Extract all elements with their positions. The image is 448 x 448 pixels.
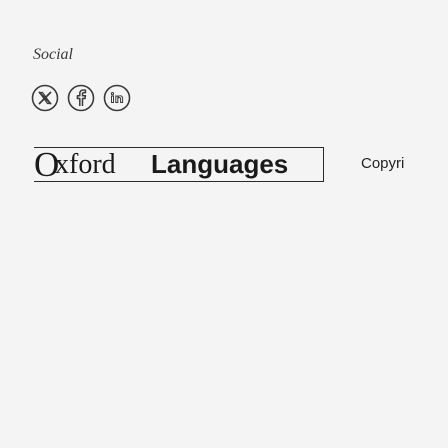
logo-languages-text: Languages	[151, 149, 289, 179]
logo-bracket	[319, 147, 324, 182]
logo-oxford-text: xford	[55, 149, 116, 180]
linkedin-link[interactable]	[103, 84, 131, 112]
oxford-languages-logo[interactable]: O xford Languages	[34, 147, 324, 182]
linkedin-icon	[103, 84, 131, 112]
site-footer: Social O xford Languages Copyri	[0, 0, 448, 448]
copyright-text: Copyri	[361, 155, 405, 172]
x-twitter-link[interactable]	[31, 84, 59, 112]
social-links	[31, 84, 131, 112]
facebook-icon	[67, 84, 95, 112]
x-twitter-icon	[31, 84, 59, 112]
social-heading: Social	[33, 46, 73, 63]
facebook-link[interactable]	[67, 84, 95, 112]
